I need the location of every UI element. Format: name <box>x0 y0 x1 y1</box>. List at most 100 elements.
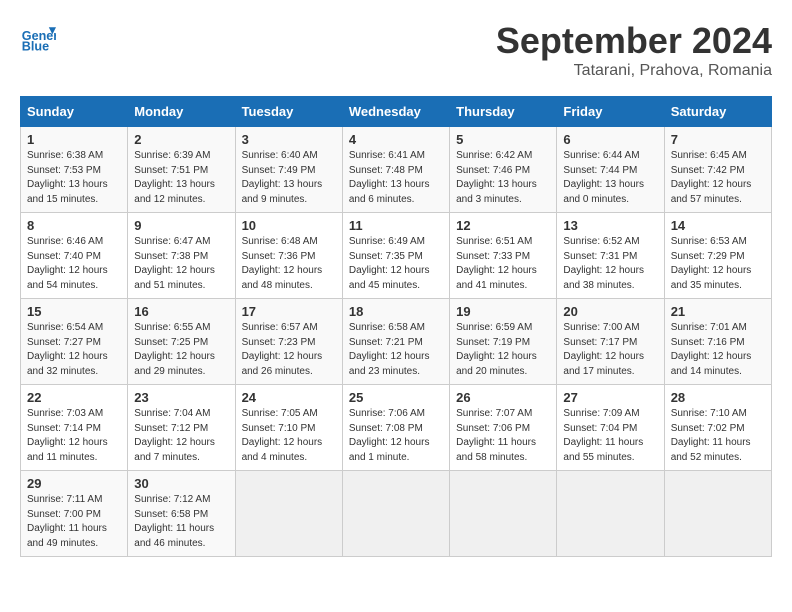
col-tuesday: Tuesday <box>235 97 342 127</box>
calendar-day-cell: 8 Sunrise: 6:46 AMSunset: 7:40 PMDayligh… <box>21 213 128 299</box>
calendar-day-cell: 3 Sunrise: 6:40 AMSunset: 7:49 PMDayligh… <box>235 127 342 213</box>
calendar-day-cell: 23 Sunrise: 7:04 AMSunset: 7:12 PMDaylig… <box>128 385 235 471</box>
day-info: Sunrise: 7:00 AMSunset: 7:17 PMDaylight:… <box>563 321 657 379</box>
calendar-day-cell: 29 Sunrise: 7:11 AMSunset: 7:00 PMDaylig… <box>21 471 128 557</box>
day-number: 26 <box>456 390 550 405</box>
col-saturday: Saturday <box>664 97 771 127</box>
day-number: 21 <box>671 304 765 319</box>
day-info: Sunrise: 6:38 AMSunset: 7:53 PMDaylight:… <box>27 149 121 207</box>
day-number: 8 <box>27 218 121 233</box>
day-number: 25 <box>349 390 443 405</box>
day-number: 15 <box>27 304 121 319</box>
day-info: Sunrise: 6:48 AMSunset: 7:36 PMDaylight:… <box>242 235 336 293</box>
logo-icon: General Blue <box>20 20 56 56</box>
day-info: Sunrise: 7:09 AMSunset: 7:04 PMDaylight:… <box>563 407 657 465</box>
day-number: 13 <box>563 218 657 233</box>
day-info: Sunrise: 6:51 AMSunset: 7:33 PMDaylight:… <box>456 235 550 293</box>
calendar-day-cell: 9 Sunrise: 6:47 AMSunset: 7:38 PMDayligh… <box>128 213 235 299</box>
day-info: Sunrise: 6:49 AMSunset: 7:35 PMDaylight:… <box>349 235 443 293</box>
day-number: 4 <box>349 132 443 147</box>
day-number: 20 <box>563 304 657 319</box>
day-number: 23 <box>134 390 228 405</box>
day-info: Sunrise: 6:59 AMSunset: 7:19 PMDaylight:… <box>456 321 550 379</box>
day-number: 11 <box>349 218 443 233</box>
day-number: 24 <box>242 390 336 405</box>
day-info: Sunrise: 6:55 AMSunset: 7:25 PMDaylight:… <box>134 321 228 379</box>
col-thursday: Thursday <box>450 97 557 127</box>
calendar-day-cell: 13 Sunrise: 6:52 AMSunset: 7:31 PMDaylig… <box>557 213 664 299</box>
day-info: Sunrise: 6:54 AMSunset: 7:27 PMDaylight:… <box>27 321 121 379</box>
calendar-day-cell: 26 Sunrise: 7:07 AMSunset: 7:06 PMDaylig… <box>450 385 557 471</box>
day-number: 29 <box>27 476 121 491</box>
day-number: 17 <box>242 304 336 319</box>
day-number: 16 <box>134 304 228 319</box>
day-number: 9 <box>134 218 228 233</box>
day-info: Sunrise: 6:45 AMSunset: 7:42 PMDaylight:… <box>671 149 765 207</box>
col-wednesday: Wednesday <box>342 97 449 127</box>
day-number: 10 <box>242 218 336 233</box>
day-info: Sunrise: 7:03 AMSunset: 7:14 PMDaylight:… <box>27 407 121 465</box>
location-subtitle: Tatarani, Prahova, Romania <box>496 62 772 80</box>
day-info: Sunrise: 6:39 AMSunset: 7:51 PMDaylight:… <box>134 149 228 207</box>
day-info: Sunrise: 6:46 AMSunset: 7:40 PMDaylight:… <box>27 235 121 293</box>
calendar-day-cell: 10 Sunrise: 6:48 AMSunset: 7:36 PMDaylig… <box>235 213 342 299</box>
day-info: Sunrise: 6:52 AMSunset: 7:31 PMDaylight:… <box>563 235 657 293</box>
day-info: Sunrise: 7:07 AMSunset: 7:06 PMDaylight:… <box>456 407 550 465</box>
day-info: Sunrise: 6:41 AMSunset: 7:48 PMDaylight:… <box>349 149 443 207</box>
svg-text:Blue: Blue <box>22 40 49 54</box>
day-info: Sunrise: 6:57 AMSunset: 7:23 PMDaylight:… <box>242 321 336 379</box>
logo: General Blue <box>20 20 56 56</box>
calendar-day-cell: 5 Sunrise: 6:42 AMSunset: 7:46 PMDayligh… <box>450 127 557 213</box>
day-number: 30 <box>134 476 228 491</box>
day-info: Sunrise: 7:05 AMSunset: 7:10 PMDaylight:… <box>242 407 336 465</box>
day-info: Sunrise: 7:06 AMSunset: 7:08 PMDaylight:… <box>349 407 443 465</box>
day-info: Sunrise: 6:44 AMSunset: 7:44 PMDaylight:… <box>563 149 657 207</box>
day-number: 27 <box>563 390 657 405</box>
calendar-day-cell: 24 Sunrise: 7:05 AMSunset: 7:10 PMDaylig… <box>235 385 342 471</box>
calendar-day-cell: 30 Sunrise: 7:12 AMSunset: 6:58 PMDaylig… <box>128 471 235 557</box>
day-info: Sunrise: 6:42 AMSunset: 7:46 PMDaylight:… <box>456 149 550 207</box>
calendar-day-cell: 21 Sunrise: 7:01 AMSunset: 7:16 PMDaylig… <box>664 299 771 385</box>
calendar-week-row: 15 Sunrise: 6:54 AMSunset: 7:27 PMDaylig… <box>21 299 772 385</box>
calendar-day-cell <box>664 471 771 557</box>
day-number: 7 <box>671 132 765 147</box>
day-info: Sunrise: 7:04 AMSunset: 7:12 PMDaylight:… <box>134 407 228 465</box>
calendar-week-row: 22 Sunrise: 7:03 AMSunset: 7:14 PMDaylig… <box>21 385 772 471</box>
calendar-day-cell: 20 Sunrise: 7:00 AMSunset: 7:17 PMDaylig… <box>557 299 664 385</box>
day-info: Sunrise: 6:53 AMSunset: 7:29 PMDaylight:… <box>671 235 765 293</box>
calendar-day-cell: 19 Sunrise: 6:59 AMSunset: 7:19 PMDaylig… <box>450 299 557 385</box>
day-number: 14 <box>671 218 765 233</box>
calendar-day-cell: 6 Sunrise: 6:44 AMSunset: 7:44 PMDayligh… <box>557 127 664 213</box>
day-number: 6 <box>563 132 657 147</box>
day-info: Sunrise: 7:01 AMSunset: 7:16 PMDaylight:… <box>671 321 765 379</box>
calendar-day-cell: 18 Sunrise: 6:58 AMSunset: 7:21 PMDaylig… <box>342 299 449 385</box>
calendar-day-cell: 7 Sunrise: 6:45 AMSunset: 7:42 PMDayligh… <box>664 127 771 213</box>
calendar-day-cell: 14 Sunrise: 6:53 AMSunset: 7:29 PMDaylig… <box>664 213 771 299</box>
col-sunday: Sunday <box>21 97 128 127</box>
page-header: General Blue September 2024 Tatarani, Pr… <box>20 20 772 80</box>
day-number: 22 <box>27 390 121 405</box>
calendar-day-cell <box>342 471 449 557</box>
month-title: September 2024 <box>496 20 772 62</box>
day-info: Sunrise: 7:10 AMSunset: 7:02 PMDaylight:… <box>671 407 765 465</box>
day-number: 19 <box>456 304 550 319</box>
calendar-day-cell: 25 Sunrise: 7:06 AMSunset: 7:08 PMDaylig… <box>342 385 449 471</box>
calendar-day-cell <box>450 471 557 557</box>
calendar-day-cell: 1 Sunrise: 6:38 AMSunset: 7:53 PMDayligh… <box>21 127 128 213</box>
calendar-day-cell: 22 Sunrise: 7:03 AMSunset: 7:14 PMDaylig… <box>21 385 128 471</box>
calendar-week-row: 29 Sunrise: 7:11 AMSunset: 7:00 PMDaylig… <box>21 471 772 557</box>
day-number: 1 <box>27 132 121 147</box>
day-number: 5 <box>456 132 550 147</box>
calendar-day-cell: 11 Sunrise: 6:49 AMSunset: 7:35 PMDaylig… <box>342 213 449 299</box>
calendar-day-cell: 15 Sunrise: 6:54 AMSunset: 7:27 PMDaylig… <box>21 299 128 385</box>
day-info: Sunrise: 6:58 AMSunset: 7:21 PMDaylight:… <box>349 321 443 379</box>
day-info: Sunrise: 6:47 AMSunset: 7:38 PMDaylight:… <box>134 235 228 293</box>
day-info: Sunrise: 6:40 AMSunset: 7:49 PMDaylight:… <box>242 149 336 207</box>
calendar-day-cell: 27 Sunrise: 7:09 AMSunset: 7:04 PMDaylig… <box>557 385 664 471</box>
calendar-day-cell: 28 Sunrise: 7:10 AMSunset: 7:02 PMDaylig… <box>664 385 771 471</box>
calendar-day-cell: 2 Sunrise: 6:39 AMSunset: 7:51 PMDayligh… <box>128 127 235 213</box>
calendar-day-cell <box>557 471 664 557</box>
day-number: 2 <box>134 132 228 147</box>
calendar-day-cell: 16 Sunrise: 6:55 AMSunset: 7:25 PMDaylig… <box>128 299 235 385</box>
calendar-day-cell: 12 Sunrise: 6:51 AMSunset: 7:33 PMDaylig… <box>450 213 557 299</box>
